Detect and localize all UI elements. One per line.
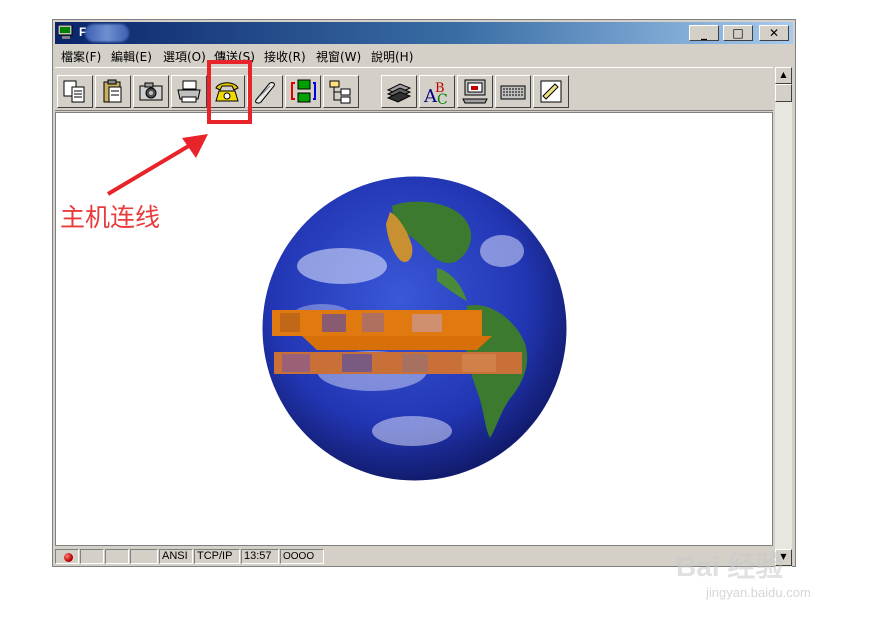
tree-button[interactable] xyxy=(323,75,359,108)
menu-bar: 檔案(F) 編輯(E) 選項(O) 傳送(S) 接收(R) 視窗(W) 說明(H… xyxy=(55,45,793,65)
annotation-arrow xyxy=(106,134,208,196)
maximize-button[interactable]: □ xyxy=(723,25,753,41)
menu-file[interactable]: 檔案(F) xyxy=(61,48,101,65)
title-redaction xyxy=(85,24,129,42)
copy-icon xyxy=(63,80,85,103)
watermark: Bai 经验 jingyan.baidu.com xyxy=(676,545,846,605)
connection-led-icon xyxy=(64,553,73,562)
transfer-icon xyxy=(291,79,316,103)
computer-icon xyxy=(462,79,488,104)
tree-icon xyxy=(329,80,351,104)
printer-icon xyxy=(177,80,201,103)
transfer-button[interactable] xyxy=(285,75,321,108)
capture-button[interactable] xyxy=(133,75,169,108)
toolbar: A B C xyxy=(55,67,773,111)
status-cell xyxy=(130,549,158,564)
hangup-icon xyxy=(255,82,275,104)
status-indicator: OOOO xyxy=(280,549,324,564)
camera-icon xyxy=(139,82,163,101)
paste-button[interactable] xyxy=(95,75,131,108)
status-cell xyxy=(80,549,104,564)
scroll-thumb[interactable] xyxy=(775,84,792,102)
menu-edit[interactable]: 編輯(E) xyxy=(111,48,152,65)
font-button[interactable]: A B C xyxy=(419,75,455,108)
title-bar[interactable]: F _ □ ✕ xyxy=(55,22,793,44)
paste-icon xyxy=(103,79,122,103)
minimize-button[interactable]: _ xyxy=(689,25,719,41)
menu-window[interactable]: 視窗(W) xyxy=(316,48,361,65)
earth-logo xyxy=(262,176,567,481)
status-protocol: TCP/IP xyxy=(194,549,240,564)
status-time: 13:57 xyxy=(241,549,279,564)
keyboard-button[interactable] xyxy=(495,75,531,108)
menu-help[interactable]: 說明(H) xyxy=(371,48,413,65)
app-icon xyxy=(58,25,73,39)
close-button[interactable]: ✕ xyxy=(759,25,789,41)
menu-receive[interactable]: 接收(R) xyxy=(264,48,306,65)
notepad-icon xyxy=(540,80,562,103)
highlight-box xyxy=(207,60,252,124)
font-icon: A B C xyxy=(423,81,448,105)
copy-button[interactable] xyxy=(57,75,93,108)
menu-options[interactable]: 選項(O) xyxy=(163,48,206,65)
disconnect-button[interactable] xyxy=(247,75,283,108)
books-icon xyxy=(386,83,412,103)
keyboard-icon xyxy=(500,85,526,100)
books-button[interactable] xyxy=(381,75,417,108)
status-cell xyxy=(105,549,129,564)
notepad-button[interactable] xyxy=(533,75,569,108)
terminal-button[interactable] xyxy=(457,75,493,108)
svg-text:C: C xyxy=(437,92,448,105)
watermark-brand: Bai 经验 xyxy=(676,551,784,582)
watermark-url: jingyan.baidu.com xyxy=(706,585,811,600)
print-button[interactable] xyxy=(171,75,207,108)
status-led-cell xyxy=(55,549,79,564)
vertical-scrollbar[interactable]: ▲ ▼ xyxy=(775,67,792,567)
status-encoding: ANSI xyxy=(159,549,193,564)
status-bar: ANSI TCP/IP 13:57 OOOO xyxy=(55,548,775,566)
scroll-up-button[interactable]: ▲ xyxy=(775,67,792,84)
annotation-label: 主机连线 xyxy=(60,203,161,232)
